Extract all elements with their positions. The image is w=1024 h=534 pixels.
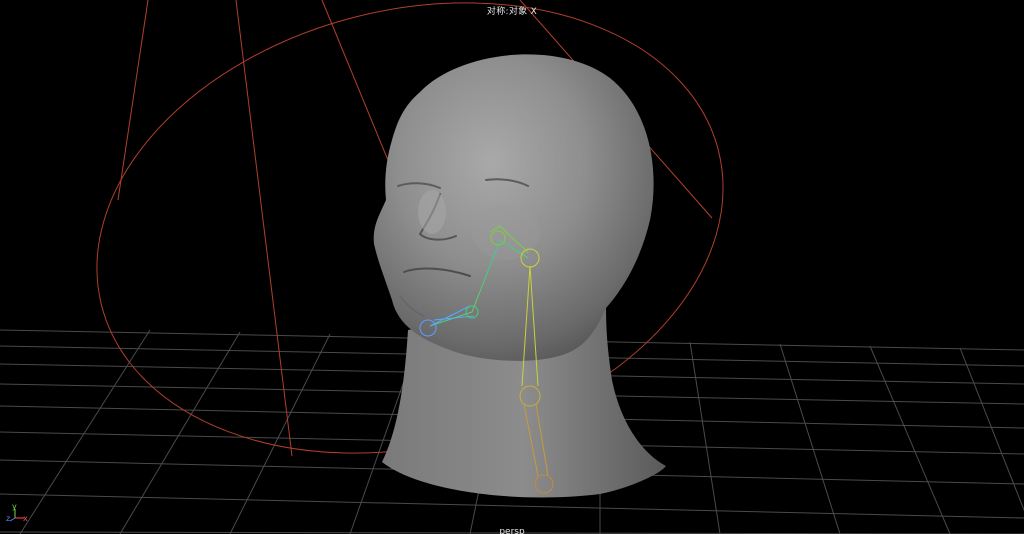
nose-highlight [418,190,446,234]
axis-orientation-gizmo: y x z [6,502,32,526]
axis-y-label: y [12,502,17,511]
3d-viewport-persp[interactable]: 对称:对象 X persp y x z [0,0,1024,534]
axis-x-label: x [23,514,28,523]
viewport-scene[interactable] [0,0,1024,534]
camera-name-label: persp [499,527,525,534]
axis-z-label: z [6,514,11,523]
symmetry-status-label: 对称:对象 X [486,7,538,17]
